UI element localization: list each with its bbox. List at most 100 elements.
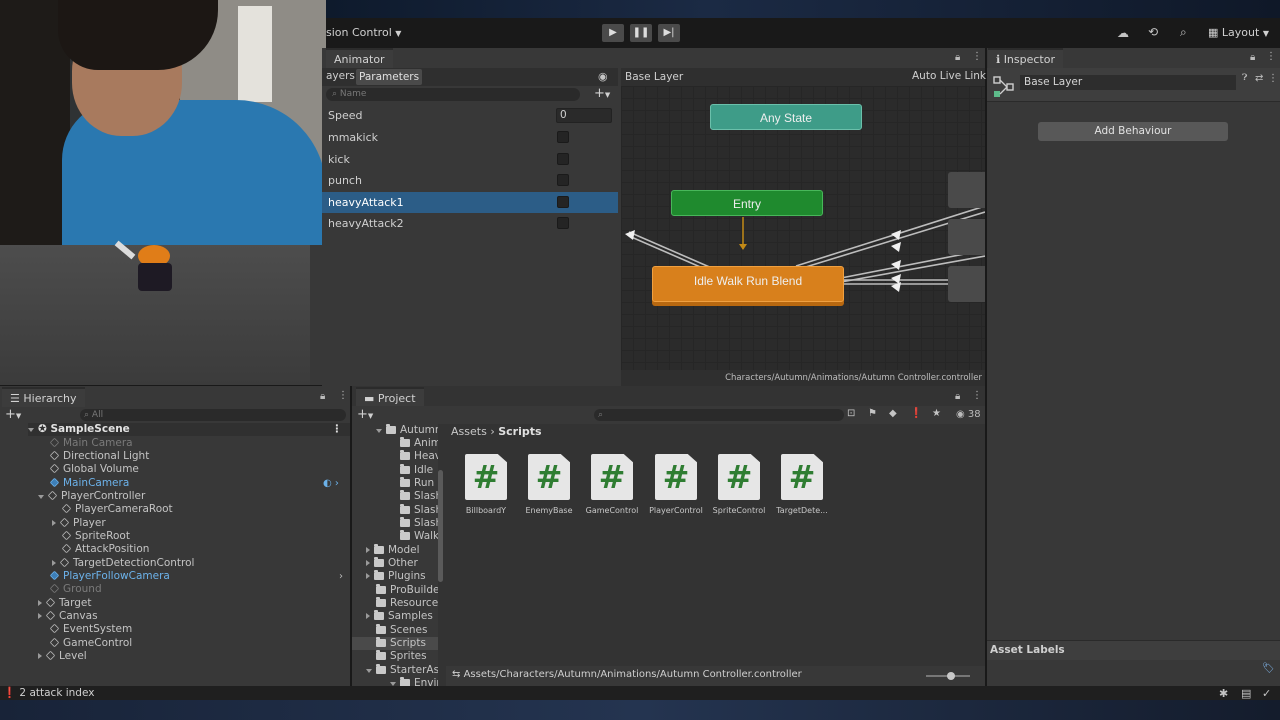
warning-icon[interactable]: ❗ [910, 408, 922, 419]
folder-item[interactable]: Sprites [376, 650, 427, 663]
scene-row[interactable]: ✪ SampleScene ⋮ [28, 423, 350, 437]
scene-view[interactable] [0, 240, 310, 385]
tab-parameters[interactable]: Parameters [356, 69, 423, 85]
hierarchy-item[interactable]: PlayerCameraRoot [61, 503, 173, 516]
help-icon[interactable]: ❓︎ [1242, 73, 1247, 83]
graph-breadcrumb[interactable]: Base Layer [625, 71, 683, 83]
folder-item[interactable]: Slash [400, 490, 438, 503]
hierarchy-item[interactable]: Main Camera [49, 437, 133, 450]
hierarchy-item[interactable]: Level [38, 650, 87, 663]
hierarchy-item[interactable]: PlayerFollowCamera [49, 570, 170, 583]
hierarchy-item[interactable]: Directional Light [49, 450, 149, 463]
script-asset[interactable]: # EnemyBase [516, 454, 582, 515]
pause-button[interactable]: ❚❚ [630, 24, 652, 42]
preset-icon[interactable]: ⇄ [1255, 73, 1263, 84]
parameter-search-input[interactable]: ⌕ Name [326, 88, 580, 101]
folder-item[interactable]: Slash [400, 517, 438, 530]
parameter-checkbox[interactable] [557, 153, 569, 165]
inspector-tab[interactable]: ℹ Inspector [988, 48, 1063, 68]
expand-icon[interactable] [52, 520, 56, 526]
script-asset[interactable]: # SpriteControl [706, 454, 772, 515]
script-asset[interactable]: # GameControl [579, 454, 645, 515]
check-icon[interactable]: ✓ [1262, 687, 1271, 700]
folder-item[interactable]: Walk [400, 530, 438, 543]
hierarchy-search-input[interactable]: ⌕ All [80, 409, 346, 421]
project-search-input[interactable]: ⌕ [594, 409, 844, 421]
hierarchy-tab[interactable]: ☰ Hierarchy [2, 387, 85, 407]
hierarchy-item[interactable]: Ground [49, 583, 102, 596]
more-icon[interactable]: ⋮ [1266, 51, 1276, 62]
folder-item[interactable]: Heav [400, 450, 438, 463]
label-tag-icon[interactable]: 🏷︎ [1262, 663, 1275, 674]
debug-icon[interactable]: ✱ [1219, 687, 1228, 700]
state-machine-name-field[interactable]: Base Layer [1020, 75, 1236, 90]
hierarchy-item[interactable]: SpriteRoot [61, 530, 130, 543]
more-icon[interactable]: ⋮ [972, 51, 982, 62]
animator-tab[interactable]: Animator [326, 48, 393, 68]
lock-icon[interactable]: 🔒︎ [1250, 52, 1255, 63]
hierarchy-add-button[interactable]: +▼ [5, 407, 21, 422]
lock-icon[interactable]: 🔒︎ [955, 52, 960, 63]
expand-icon[interactable] [38, 600, 42, 606]
idle-walk-run-blend-node[interactable]: Idle Walk Run Blend [652, 266, 844, 302]
parameter-row[interactable]: heavyAttack2 [322, 213, 618, 234]
hierarchy-item[interactable]: GameControl [49, 637, 132, 650]
state-node[interactable] [948, 219, 985, 255]
parameter-row[interactable]: kick [322, 149, 618, 170]
script-asset[interactable]: # PlayerControl [643, 454, 709, 515]
hierarchy-item[interactable]: Global Volume [49, 463, 139, 476]
parameter-checkbox[interactable] [557, 131, 569, 143]
label-icon[interactable]: ◆ [889, 408, 897, 419]
hierarchy-item[interactable]: EventSystem [49, 623, 132, 636]
state-node[interactable] [948, 172, 985, 208]
script-asset[interactable]: # TargetDete... [769, 454, 835, 515]
auto-live-link-toggle[interactable]: Auto Live Link [912, 70, 986, 82]
expand-icon[interactable] [38, 495, 44, 499]
folder-item[interactable]: Autumr [376, 424, 438, 437]
progress-icon[interactable]: ▤ [1241, 687, 1251, 700]
more-icon[interactable]: ⋮ [338, 390, 348, 401]
folder-item[interactable]: Slash [400, 504, 438, 517]
hierarchy-item[interactable]: Canvas [38, 610, 98, 623]
more-icon[interactable]: ⋮ [332, 423, 343, 436]
expand-icon[interactable] [38, 613, 42, 619]
folder-item[interactable]: Other [366, 557, 418, 570]
folder-item[interactable]: StarterAs [366, 664, 438, 677]
folder-item[interactable]: Scenes [376, 624, 427, 637]
lock-icon[interactable]: 🔒︎ [320, 391, 325, 402]
parameter-row[interactable]: punch [322, 170, 618, 191]
history-icon[interactable]: ⟲ [1148, 25, 1158, 39]
hierarchy-item[interactable]: Player [52, 517, 106, 530]
tab-layers[interactable]: ayers [326, 70, 355, 82]
folder-item-selected[interactable]: Scripts [352, 637, 438, 651]
state-node[interactable] [948, 266, 985, 302]
hierarchy-item[interactable]: PlayerController [38, 490, 145, 503]
step-button[interactable]: ▶| [658, 24, 680, 42]
parameter-row[interactable]: mmakick [322, 127, 618, 148]
layout-dropdown[interactable]: ▦ Layout ▼ [1208, 26, 1269, 39]
any-state-node[interactable]: Any State [710, 104, 862, 130]
lock-icon[interactable]: 🔒︎ [955, 391, 960, 402]
breadcrumb-scripts[interactable]: Scripts [498, 425, 541, 438]
play-button[interactable]: ▶ [602, 24, 624, 42]
folder-item[interactable]: Environ [390, 677, 438, 686]
parameter-row-selected[interactable]: heavyAttack1 [322, 192, 618, 213]
more-icon[interactable]: ⋮ [972, 390, 982, 401]
add-behaviour-button[interactable]: Add Behaviour [1038, 122, 1228, 141]
add-parameter-button[interactable]: +▼ [594, 86, 610, 101]
more-icon[interactable]: ⋮ [1268, 73, 1278, 84]
parameter-checkbox[interactable] [557, 174, 569, 186]
filter-icon[interactable]: ⚑ [868, 408, 877, 419]
folder-item[interactable]: Samples [366, 610, 433, 623]
folder-tree-scrollbar[interactable] [438, 470, 443, 582]
status-message[interactable]: ❗ 2 attack index [3, 686, 94, 699]
parameter-checkbox[interactable] [557, 217, 569, 229]
hierarchy-item[interactable]: MainCamera [49, 477, 129, 490]
folder-item[interactable]: Run [400, 477, 434, 490]
search-icon[interactable]: ⌕ [1180, 25, 1187, 40]
folder-item[interactable]: Idle [400, 464, 433, 477]
script-asset[interactable]: # BillboardY [453, 454, 519, 515]
entry-node[interactable]: Entry [671, 190, 823, 216]
eye-icon[interactable]: ◉ [598, 70, 608, 83]
project-tab[interactable]: ▬ Project [356, 387, 424, 407]
